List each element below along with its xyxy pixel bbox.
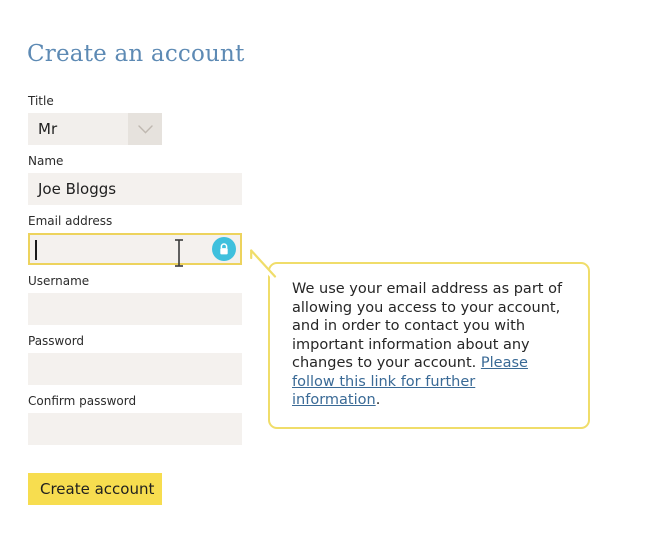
- email-input[interactable]: [28, 233, 242, 265]
- username-input[interactable]: [28, 293, 242, 325]
- field-group-email: Email address: [28, 214, 242, 265]
- title-select-value: Mr: [38, 120, 58, 138]
- tooltip-text-after: .: [375, 392, 381, 408]
- label-title: Title: [28, 94, 54, 108]
- field-group-password: Password: [28, 334, 242, 385]
- name-input-value: Joe Bloggs: [38, 180, 117, 198]
- label-name: Name: [28, 154, 64, 168]
- field-group-confirm-password: Confirm password: [28, 394, 242, 445]
- email-info-tooltip: We use your email address as part of all…: [250, 249, 590, 429]
- text-caret: [35, 240, 37, 260]
- create-account-button[interactable]: Create account: [28, 473, 162, 505]
- create-account-form: Title Mr Name Joe Bloggs Email address U…: [28, 94, 242, 505]
- label-password: Password: [28, 334, 85, 348]
- tooltip-text: We use your email address as part of all…: [292, 280, 568, 410]
- lock-icon[interactable]: [212, 237, 236, 261]
- field-group-name: Name Joe Bloggs: [28, 154, 242, 205]
- label-username: Username: [28, 274, 90, 288]
- confirm-password-input[interactable]: [28, 413, 242, 445]
- label-confirm-password: Confirm password: [28, 394, 137, 408]
- field-group-title: Title Mr: [28, 94, 242, 145]
- chevron-down-icon[interactable]: [128, 113, 162, 145]
- page-title: Create an account: [27, 41, 245, 67]
- tooltip-tail: [250, 249, 277, 282]
- title-select[interactable]: Mr: [28, 113, 162, 145]
- password-input[interactable]: [28, 353, 242, 385]
- field-group-username: Username: [28, 274, 242, 325]
- label-email-address: Email address: [28, 214, 113, 228]
- name-input[interactable]: Joe Bloggs: [28, 173, 242, 205]
